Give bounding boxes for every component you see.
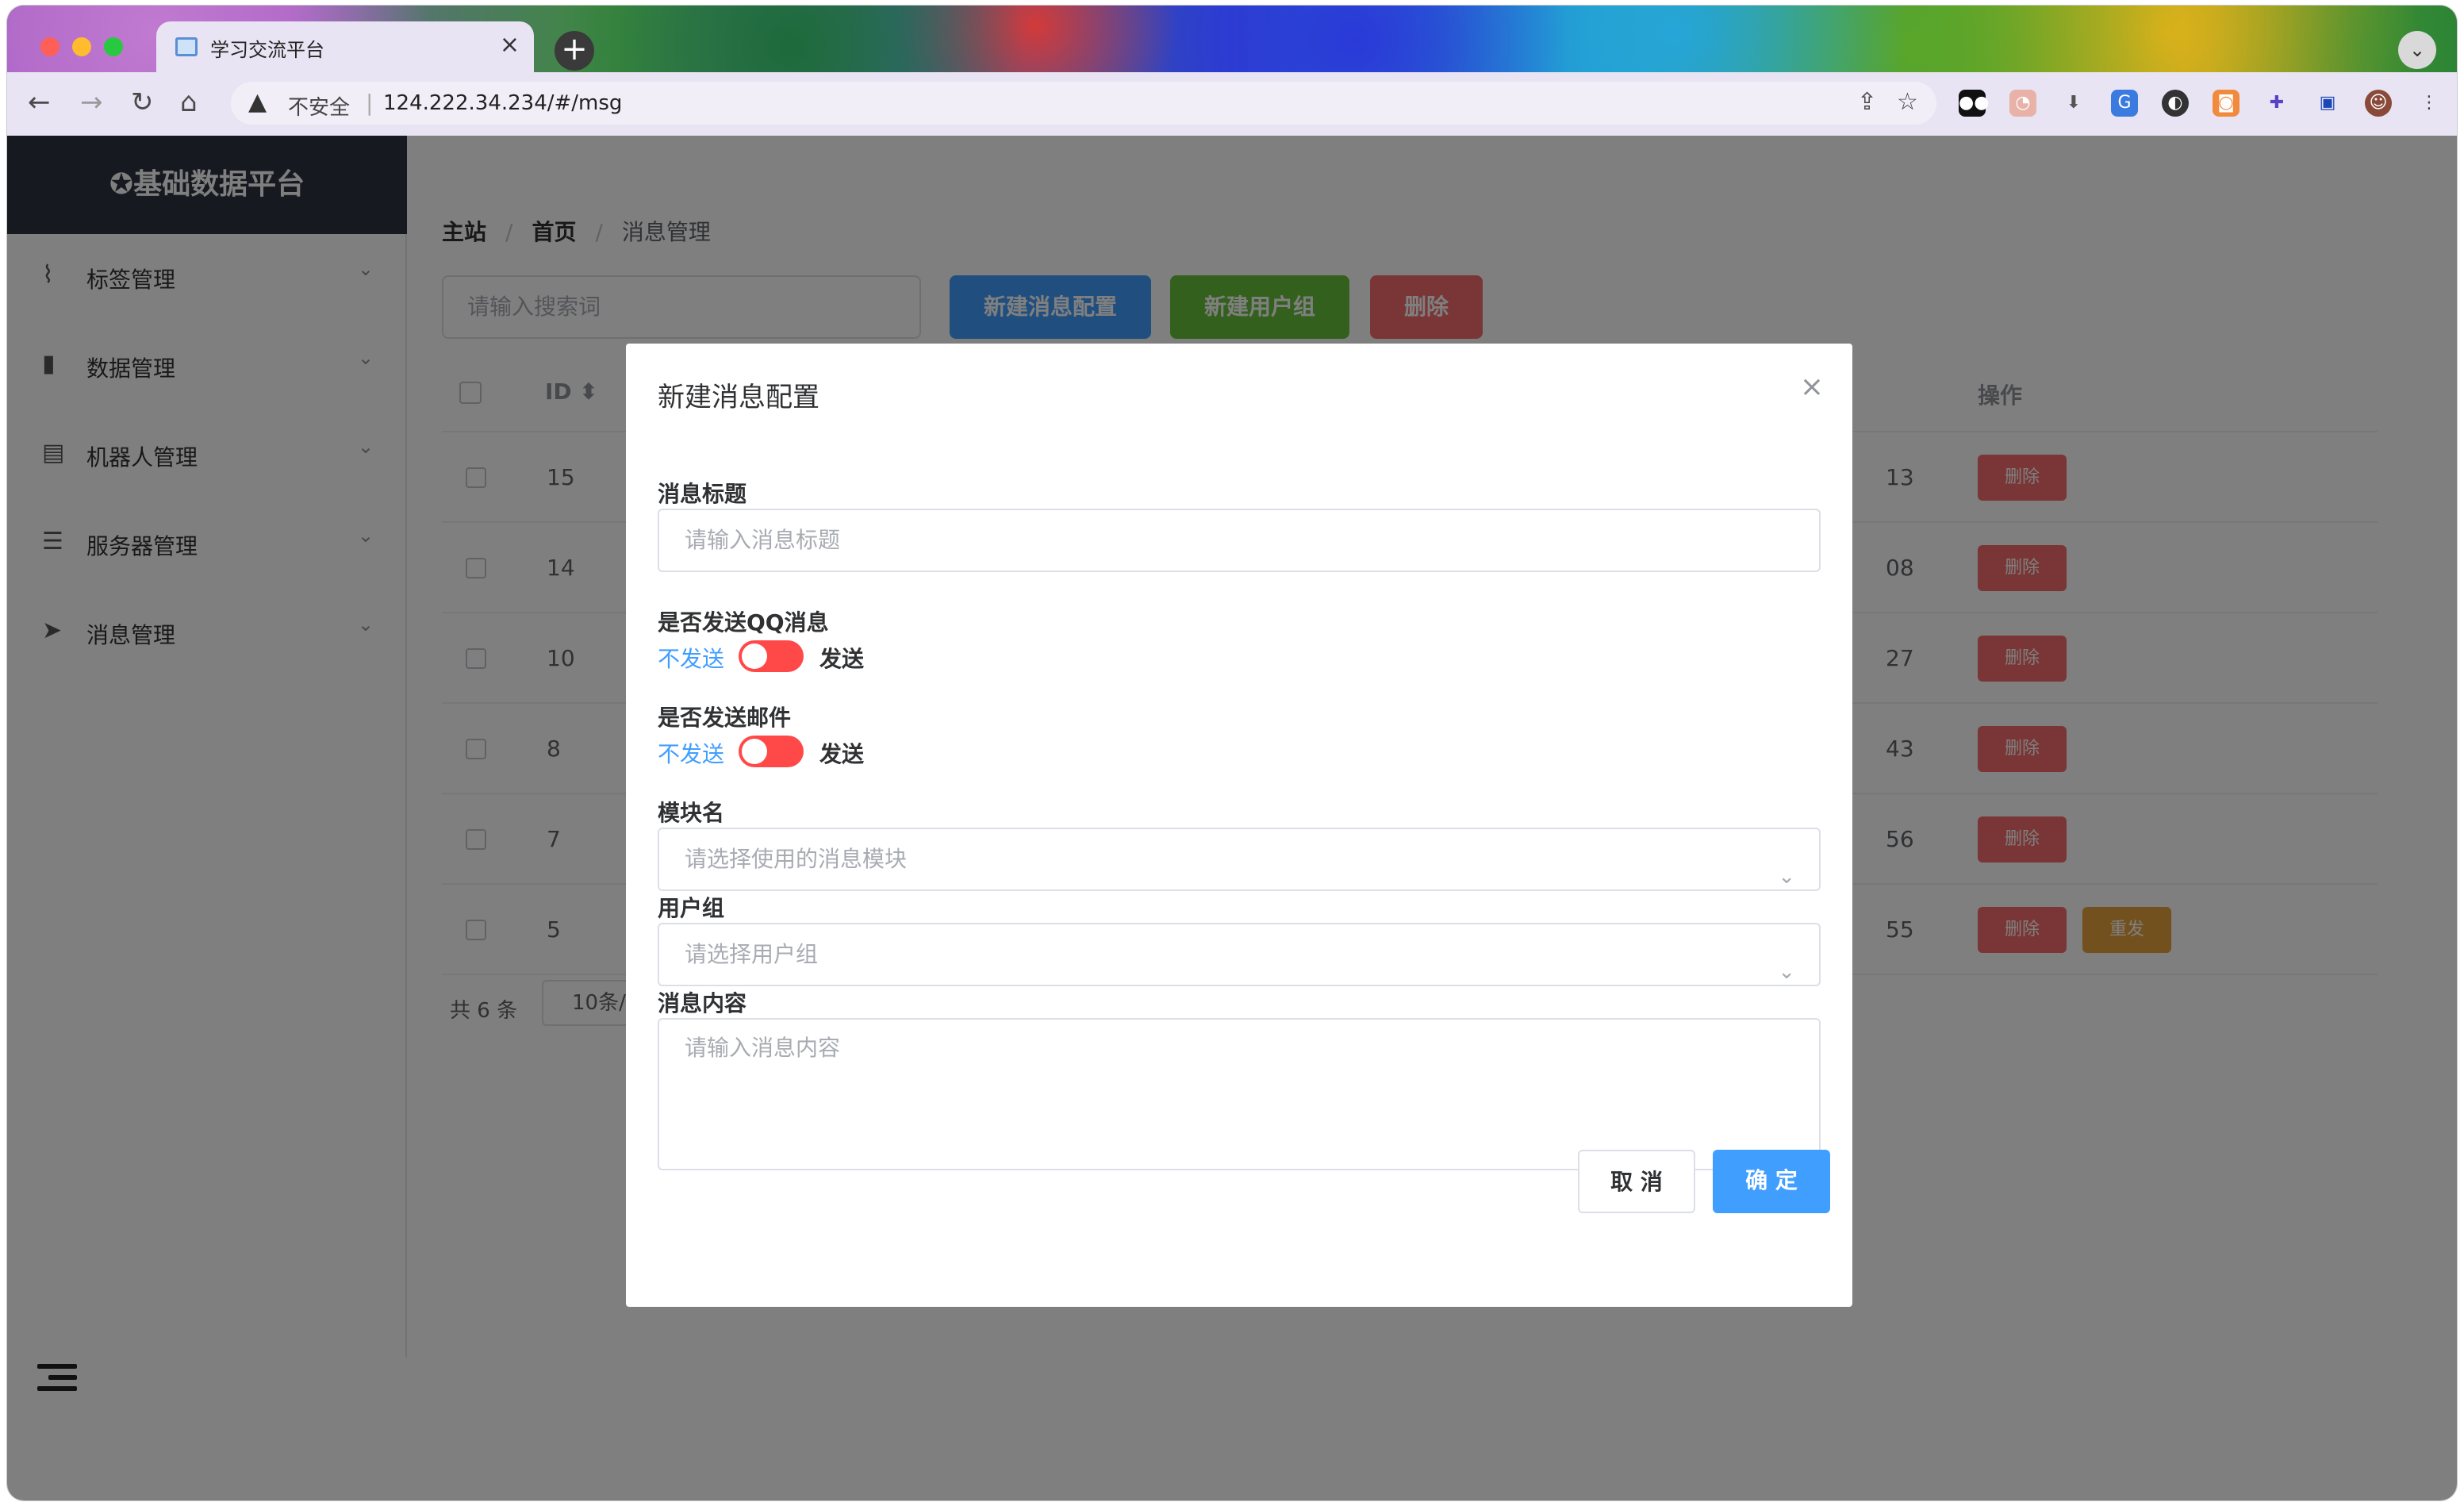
tab-title: 学习交流平台 xyxy=(210,39,324,61)
send-email-switch[interactable] xyxy=(739,736,804,767)
maximize-window-button[interactable] xyxy=(104,37,123,56)
switch-off-text[interactable]: 不发送 xyxy=(658,737,724,769)
bookmark-star-icon[interactable]: ☆ xyxy=(1897,88,1918,116)
message-title-label: 消息标题 xyxy=(658,481,747,507)
message-title-input[interactable]: 请输入消息标题 xyxy=(658,509,1821,572)
module-select[interactable]: 请选择使用的消息模块 ⌄ xyxy=(658,828,1821,891)
chevron-down-icon: ⌄ xyxy=(1778,960,1795,984)
confirm-button[interactable]: 确 定 xyxy=(1713,1150,1830,1213)
extensions-puzzle-icon[interactable]: ✚ xyxy=(2263,90,2290,117)
browser-menu-icon[interactable]: ⋮ xyxy=(2416,90,2443,117)
dialog-title: 新建消息配置 xyxy=(658,382,819,413)
message-content-label: 消息内容 xyxy=(658,990,747,1016)
url-text[interactable]: 124.222.34.234/#/msg xyxy=(383,91,622,115)
message-content-textarea[interactable]: 请输入消息内容 ◢ xyxy=(658,1018,1821,1170)
app-page: ✪基础数据平台 ⌇ 标签管理 ⌄ ▮ 数据管理 ⌄ ▤ 机器人管理 ⌄ ☰ 服务… xyxy=(7,136,2457,1500)
minimize-window-button[interactable] xyxy=(72,37,91,56)
message-content-placeholder: 请输入消息内容 xyxy=(685,1035,841,1061)
url-divider: | xyxy=(366,90,374,116)
forward-arrow-icon[interactable]: → xyxy=(80,86,103,118)
not-secure-label[interactable]: 不安全 xyxy=(288,91,350,121)
extension-cat-icon[interactable]: ◔ xyxy=(2009,90,2036,117)
module-name-label: 模块名 xyxy=(658,800,725,826)
send-email-label: 是否发送邮件 xyxy=(658,705,792,731)
share-icon[interactable]: ⇪ xyxy=(1857,88,1877,116)
module-select-placeholder: 请选择使用的消息模块 xyxy=(685,846,908,872)
warning-triangle-icon[interactable]: ▲ xyxy=(248,88,267,116)
switch-off-text[interactable]: 不发送 xyxy=(658,642,724,674)
tab-close-icon[interactable]: × xyxy=(500,31,520,59)
browser-tab-active[interactable]: 学习交流平台 × xyxy=(156,21,534,72)
close-icon[interactable]: × xyxy=(1800,371,1824,403)
switch-on-text[interactable]: 发送 xyxy=(819,737,864,769)
user-group-label: 用户组 xyxy=(658,895,725,921)
browser-toolbar: ← → ↻ ⌂ ▲ 不安全 | 124.222.34.234/#/msg ⇪ ☆… xyxy=(7,72,2457,136)
download-icon[interactable]: ⬇ xyxy=(2060,90,2087,117)
close-window-button[interactable] xyxy=(40,37,59,56)
switch-knob xyxy=(742,644,767,669)
extension-circle-icon[interactable]: ◐ xyxy=(2162,90,2189,117)
new-message-config-dialog: 新建消息配置 × 消息标题 请输入消息标题 是否发送QQ消息 不发送 发送 是否… xyxy=(626,344,1852,1307)
home-icon[interactable]: ⌂ xyxy=(180,86,198,118)
translate-icon[interactable]: G xyxy=(2111,90,2138,117)
extension-eyes-icon[interactable]: ●● xyxy=(1959,90,1989,117)
favicon-icon xyxy=(175,37,198,56)
browser-tab-bar: 学习交流平台 × + ⌄ xyxy=(7,6,2457,72)
send-qq-switch[interactable] xyxy=(739,640,804,672)
side-panel-icon[interactable]: ▣ xyxy=(2314,90,2341,117)
switch-knob xyxy=(742,739,767,764)
switch-on-text[interactable]: 发送 xyxy=(819,642,864,674)
send-qq-label: 是否发送QQ消息 xyxy=(658,609,829,636)
profile-avatar[interactable]: ☺ xyxy=(2365,90,2392,117)
address-bar[interactable]: ▲ 不安全 | 124.222.34.234/#/msg ⇪ ☆ xyxy=(231,82,1936,125)
reload-icon[interactable]: ↻ xyxy=(131,86,154,118)
user-group-select-placeholder: 请选择用户组 xyxy=(685,941,819,967)
back-arrow-icon[interactable]: ← xyxy=(28,86,51,118)
user-group-select[interactable]: 请选择用户组 ⌄ xyxy=(658,923,1821,986)
new-tab-button[interactable]: + xyxy=(555,31,594,71)
extension-honey-icon[interactable]: ◙ xyxy=(2213,90,2239,117)
tab-search-chevron-icon[interactable]: ⌄ xyxy=(2398,31,2436,69)
cancel-button[interactable]: 取 消 xyxy=(1578,1150,1695,1213)
chevron-down-icon: ⌄ xyxy=(1778,865,1795,889)
browser-window: 学习交流平台 × + ⌄ ← → ↻ ⌂ ▲ 不安全 | 124.222.34.… xyxy=(6,5,2458,1501)
